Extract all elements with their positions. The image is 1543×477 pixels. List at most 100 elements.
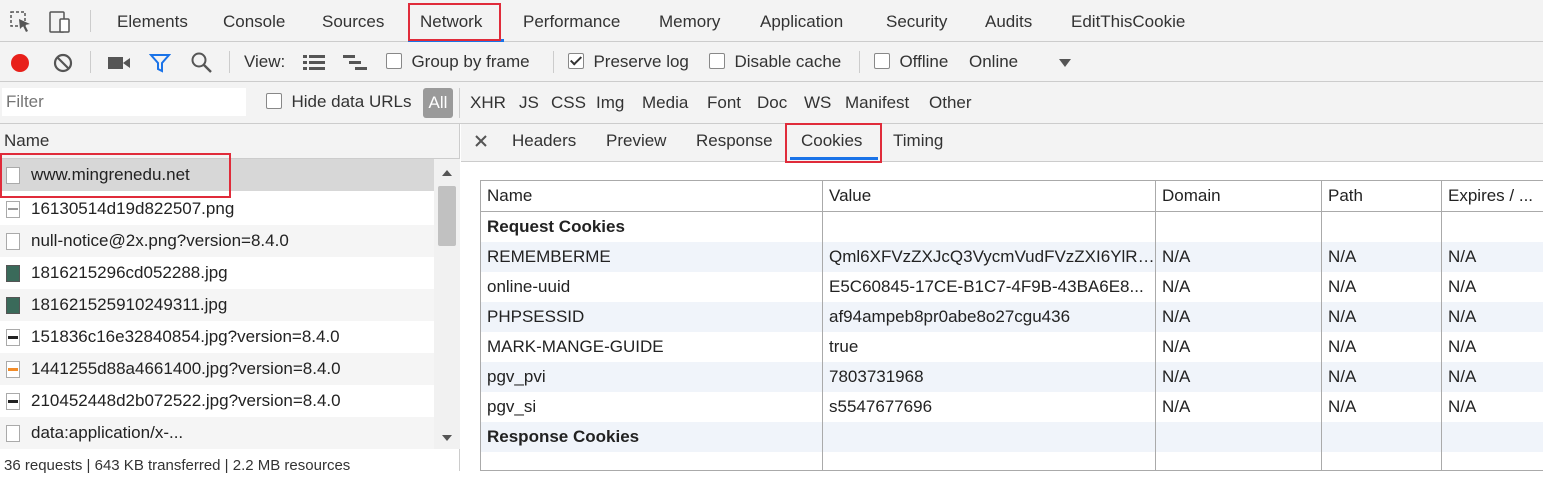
checkbox-checked[interactable] <box>568 53 584 69</box>
cookie-name: online-uuid <box>487 277 571 296</box>
checkbox-box[interactable] <box>386 53 402 69</box>
column-header-value[interactable]: Value <box>823 181 1156 211</box>
cookie-name: REMEMBERME <box>487 247 611 266</box>
device-toolbar-icon[interactable] <box>48 10 72 34</box>
tab-headers[interactable]: Headers <box>512 124 576 162</box>
tab-performance[interactable]: Performance <box>523 0 620 42</box>
checkbox-box[interactable] <box>874 53 890 69</box>
cookie-row[interactable]: REMEMBERME Qml6XFVzZXJcQ3VycmVudFVzZXI6Y… <box>481 242 1543 272</box>
disable-cache-checkbox[interactable]: Disable cache <box>709 42 841 82</box>
tab-memory[interactable]: Memory <box>659 0 720 42</box>
screenshot-camera-icon[interactable] <box>107 54 131 72</box>
cookie-domain: N/A <box>1162 397 1191 416</box>
record-icon[interactable] <box>9 52 31 74</box>
tab-sources[interactable]: Sources <box>322 0 384 42</box>
filter-type-media[interactable]: Media <box>642 82 688 124</box>
column-divider <box>1321 181 1322 470</box>
offline-checkbox[interactable]: Offline <box>874 42 948 82</box>
cookie-path: N/A <box>1328 247 1357 266</box>
filter-type-other[interactable]: Other <box>929 82 972 124</box>
filter-type-img[interactable]: Img <box>596 82 624 124</box>
cookie-path: N/A <box>1328 367 1357 386</box>
detail-tabbar: Headers Preview Response Cookies Timing <box>461 124 1543 162</box>
request-name: 181621525910249311.jpg <box>31 295 228 314</box>
tab-preview[interactable]: Preview <box>606 124 666 162</box>
checkbox-box[interactable] <box>709 53 725 69</box>
cookie-row[interactable]: PHPSESSID af94ampeb8pr0abe8o27cgu436 N/A… <box>481 302 1543 332</box>
filter-input[interactable] <box>2 88 246 116</box>
tab-application[interactable]: Application <box>760 0 843 42</box>
inspect-element-icon[interactable] <box>10 11 32 33</box>
network-toolbar: View: Group by frame Preserve log Disabl… <box>0 42 1543 82</box>
checkbox-box[interactable] <box>266 93 282 109</box>
request-row[interactable]: 181621525910249311.jpg <box>0 289 434 321</box>
cookie-expires: N/A <box>1448 397 1477 416</box>
preserve-log-checkbox[interactable]: Preserve log <box>568 42 689 82</box>
filter-type-js[interactable]: JS <box>519 82 539 124</box>
request-row[interactable]: 16130514d19d822507.png <box>0 193 434 225</box>
dropdown-arrow-icon[interactable] <box>1058 58 1072 68</box>
request-row[interactable]: data:application/x-... <box>0 417 434 449</box>
cookie-name: pgv_pvi <box>487 367 546 386</box>
tab-audits[interactable]: Audits <box>985 0 1032 42</box>
name-column-header[interactable]: Name <box>0 124 459 159</box>
filter-type-css[interactable]: CSS <box>551 82 586 124</box>
scroll-down-arrow-icon[interactable] <box>441 434 453 442</box>
cookie-domain: N/A <box>1162 337 1191 356</box>
filter-type-xhr[interactable]: XHR <box>470 82 506 124</box>
column-header-name[interactable]: Name <box>481 181 823 211</box>
cookie-name: PHPSESSID <box>487 307 585 326</box>
image-file-icon <box>6 233 20 250</box>
column-header-domain[interactable]: Domain <box>1156 181 1322 211</box>
filter-type-ws[interactable]: WS <box>804 82 831 124</box>
section-row-request-cookies: Request Cookies <box>481 212 1543 242</box>
filter-type-doc[interactable]: Doc <box>757 82 787 124</box>
scroll-up-arrow-icon[interactable] <box>441 169 453 177</box>
filter-icon[interactable] <box>149 52 171 74</box>
tab-editthiscookie[interactable]: EditThisCookie <box>1071 0 1185 42</box>
large-rows-icon[interactable] <box>303 54 325 70</box>
section-label: Request Cookies <box>487 217 625 236</box>
search-icon[interactable] <box>190 51 214 75</box>
tab-security[interactable]: Security <box>886 0 947 42</box>
close-icon[interactable] <box>475 135 487 147</box>
request-row[interactable]: 1441255d88a4661400.jpg?version=8.4.0 <box>0 353 434 385</box>
hide-data-urls-checkbox[interactable]: Hide data URLs <box>266 82 411 124</box>
throttling-select[interactable]: Online <box>969 42 1018 82</box>
request-row[interactable]: 210452448d2b072522.jpg?version=8.4.0 <box>0 385 434 417</box>
clear-icon[interactable] <box>52 52 74 74</box>
request-row[interactable]: 151836c16e32840854.jpg?version=8.4.0 <box>0 321 434 353</box>
column-divider <box>822 181 823 470</box>
tab-timing[interactable]: Timing <box>893 124 943 162</box>
request-row[interactable]: 1816215296cd052288.jpg <box>0 257 434 289</box>
column-header-expires[interactable]: Expires / ... <box>1442 181 1543 211</box>
request-row[interactable]: null-notice@2x.png?version=8.4.0 <box>0 225 434 257</box>
column-divider <box>1441 181 1442 470</box>
cookie-expires: N/A <box>1448 367 1477 386</box>
tab-network[interactable]: Network <box>420 0 482 42</box>
scrollbar-thumb[interactable] <box>438 186 456 246</box>
tab-console[interactable]: Console <box>223 0 285 42</box>
tab-response[interactable]: Response <box>696 124 773 162</box>
filter-type-font[interactable]: Font <box>707 82 741 124</box>
column-header-path[interactable]: Path <box>1322 181 1442 211</box>
hide-data-urls-label: Hide data URLs <box>291 92 412 111</box>
request-list-panel: Name www.mingrenedu.net 16130514d19d8225… <box>0 124 460 474</box>
waterfall-overview-icon[interactable] <box>343 54 367 70</box>
cookie-value: Qml6XFVzZXJcQ3VycmVudFVzZXI6YlRR... <box>829 247 1156 266</box>
cookie-path: N/A <box>1328 337 1357 356</box>
filter-bar: Hide data URLs All XHR JS CSS Img Media … <box>0 82 1543 124</box>
cookie-row[interactable]: pgv_si s5547677696 N/A N/A N/A <box>481 392 1543 422</box>
request-row[interactable]: www.mingrenedu.net <box>0 159 434 191</box>
cookie-row[interactable]: MARK-MANGE-GUIDE true N/A N/A N/A <box>481 332 1543 362</box>
filter-type-manifest[interactable]: Manifest <box>845 82 909 124</box>
cookie-value: af94ampeb8pr0abe8o27cgu436 <box>829 307 1071 326</box>
group-by-frame-checkbox[interactable]: Group by frame <box>386 42 530 82</box>
request-name: data:application/x-... <box>31 423 184 442</box>
section-label: Response Cookies <box>487 427 640 446</box>
cookie-row[interactable]: pgv_pvi 7803731968 N/A N/A N/A <box>481 362 1543 392</box>
cookie-row[interactable]: online-uuid E5C60845-17CE-B1C7-4F9B-43BA… <box>481 272 1543 302</box>
filter-all-button[interactable]: All <box>423 88 453 118</box>
cookie-name: pgv_si <box>487 397 537 416</box>
tab-elements[interactable]: Elements <box>117 0 188 42</box>
